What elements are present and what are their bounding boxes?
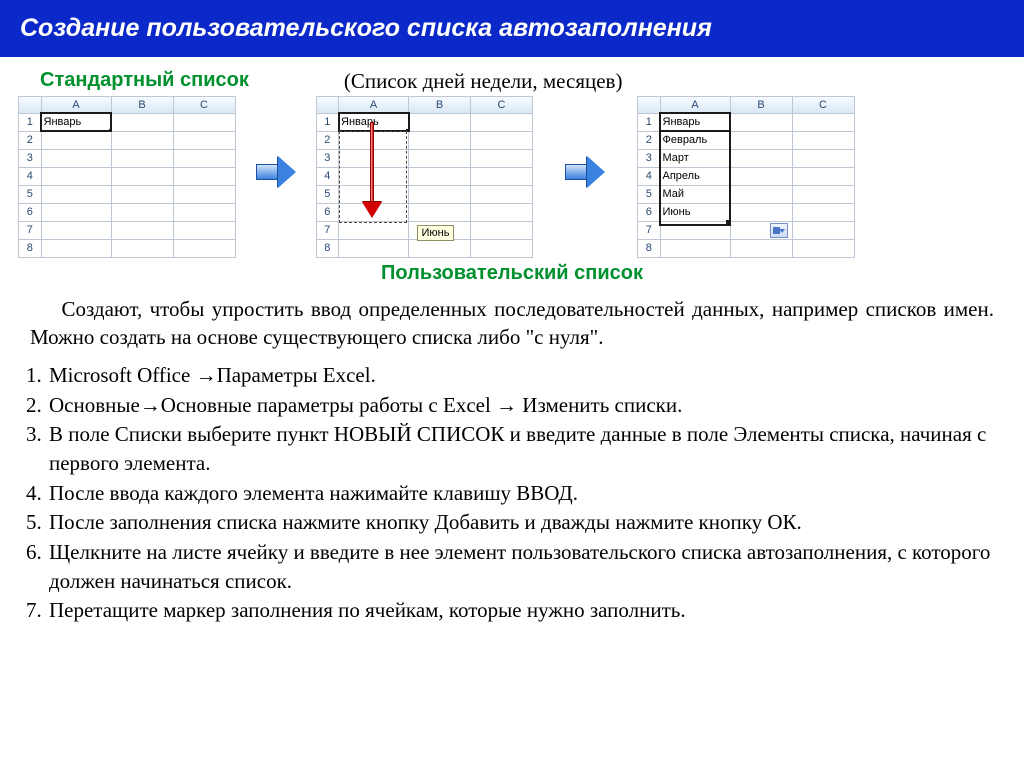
step-item: Microsoft Office →Параметры Excel. [47, 361, 999, 390]
standard-list-note: (Список дней недели, месяцев) [344, 69, 623, 94]
step-item: Основные→Основные параметры работы с Exc… [47, 391, 999, 420]
user-list-heading: Пользовательский список [0, 262, 1024, 285]
excel-samples-row: A B C 1Январь 2 3 4 5 6 7 8 A B C [0, 96, 1024, 258]
row-hdr: 1 [19, 113, 41, 131]
cell: Январь [660, 113, 730, 131]
step-item: Щелкните на листе ячейку и введите в нее… [47, 538, 999, 597]
col-header-b: B [111, 97, 173, 113]
col-header-c: C [173, 97, 235, 113]
sub-heading-row: Стандартный список (Список дней недели, … [0, 69, 1024, 94]
step-item: В поле Списки выберите пункт НОВЫЙ СПИСО… [47, 420, 999, 479]
fill-handle-icon [726, 220, 731, 225]
steps-list: Microsoft Office →Параметры Excel. Основ… [25, 361, 999, 626]
excel-sample-2: A B C 1Январь 2 3 4 5 6 7 8 Июнь [316, 96, 534, 258]
excel-sample-3: A B C 1Январь 2Февраль 3Март 4Апрель 5Ма… [637, 96, 855, 258]
step-item: Перетащите маркер заполнения по ячейкам,… [47, 596, 999, 625]
red-down-arrow-icon [362, 122, 382, 218]
standard-list-heading: Стандартный список [40, 69, 249, 94]
cell-a1: Январь [41, 113, 111, 131]
grid-corner [19, 97, 41, 113]
col-header-a: A [41, 97, 111, 113]
excel-sample-1: A B C 1Январь 2 3 4 5 6 7 8 [18, 96, 236, 258]
slide-title: Создание пользовательского списка автоза… [0, 0, 1024, 57]
intro-paragraph: Создают, чтобы упростить ввод определенн… [30, 295, 994, 352]
autofill-options-icon [770, 223, 788, 238]
arrow-right-icon [254, 156, 298, 188]
arrow-right-icon [563, 156, 607, 188]
drag-tooltip: Июнь [417, 225, 455, 241]
step-item: После заполнения списка нажмите кнопку Д… [47, 508, 999, 537]
step-item: После ввода каждого элемента нажимайте к… [47, 479, 999, 508]
